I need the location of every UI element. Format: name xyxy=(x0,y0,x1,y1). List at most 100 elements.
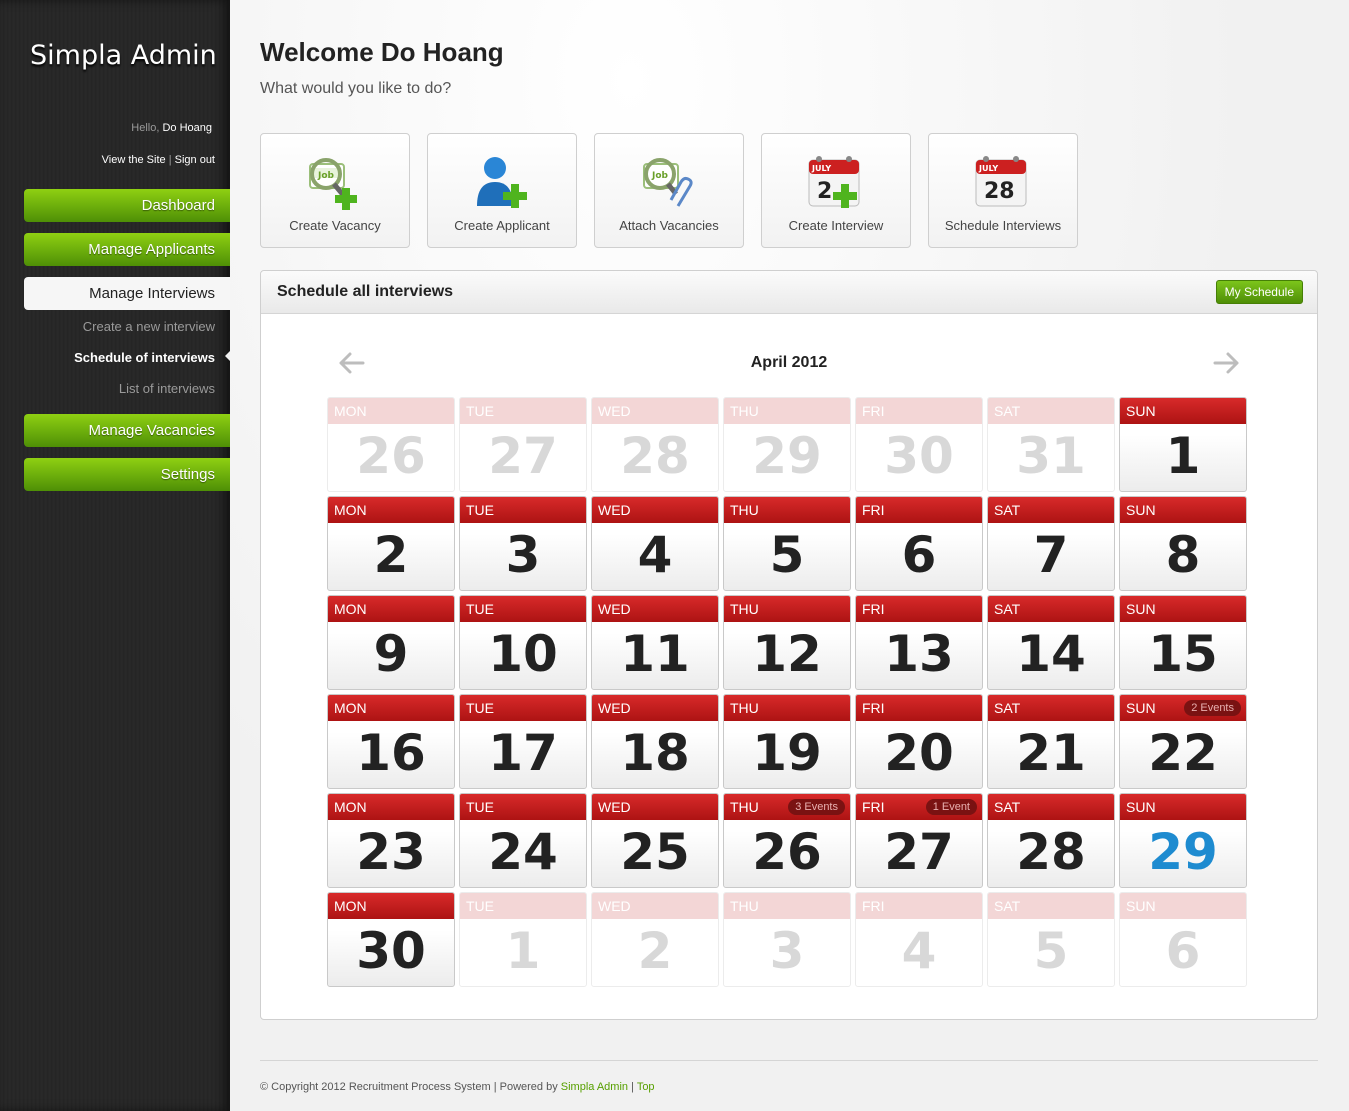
weekday-text: TUE xyxy=(466,502,494,518)
calendar-day-cell[interactable]: SUN 15 xyxy=(1119,595,1247,690)
calendar-day-cell[interactable]: TUE 24 xyxy=(459,793,587,888)
day-number: 22 xyxy=(1148,724,1218,782)
user-name[interactable]: Do Hoang xyxy=(162,122,212,134)
calendar-month: JULY xyxy=(978,164,998,173)
calendar-day-cell[interactable]: MON 9 xyxy=(327,595,455,690)
calendar-day-cell[interactable]: THU 5 xyxy=(723,496,851,591)
calendar-day-cell[interactable]: WED 11 xyxy=(591,595,719,690)
calendar-day-cell[interactable]: THU 29 xyxy=(723,397,851,492)
nav-settings[interactable]: Settings xyxy=(24,458,230,491)
sidebar: Simpla Admin Hello, Do Hoang View the Si… xyxy=(0,0,231,1111)
brand-logo[interactable]: Simpla Admin xyxy=(30,40,217,71)
main-content: Welcome Do Hoang What would you like to … xyxy=(230,0,1349,1111)
next-month-arrow-icon[interactable] xyxy=(1213,351,1241,375)
day-number: 25 xyxy=(620,823,690,881)
calendar-day-cell[interactable]: FRI 6 xyxy=(855,496,983,591)
calendar-day-cell[interactable]: TUE 1 xyxy=(459,892,587,987)
weekday-label: FRI xyxy=(856,398,982,424)
sign-out-link[interactable]: Sign out xyxy=(175,154,215,166)
my-schedule-button[interactable]: My Schedule xyxy=(1215,280,1303,304)
page-subtitle: What would you like to do? xyxy=(260,80,452,97)
shortcut-create-vacancy[interactable]: Job Create Vacancy xyxy=(260,133,410,248)
calendar-day-cell[interactable]: SUN 29 xyxy=(1119,793,1247,888)
calendar-day-cell[interactable]: TUE 3 xyxy=(459,496,587,591)
box-title: Schedule all interviews xyxy=(277,283,454,300)
shortcut-create-applicant[interactable]: Create Applicant xyxy=(427,133,577,248)
weekday-text: WED xyxy=(598,799,631,815)
calendar-day-cell[interactable]: MON 2 xyxy=(327,496,455,591)
calendar-day-cell[interactable]: SAT 5 xyxy=(987,892,1115,987)
calendar-day-cell[interactable]: MON 30 xyxy=(327,892,455,987)
calendar-day-cell[interactable]: FRI 1 Event 27 xyxy=(855,793,983,888)
calendar-day-cell[interactable]: THU 3 xyxy=(723,892,851,987)
calendar-day-cell[interactable]: TUE 27 xyxy=(459,397,587,492)
calendar-day-cell[interactable]: WED 25 xyxy=(591,793,719,888)
calendar-day-cell[interactable]: SAT 7 xyxy=(987,496,1115,591)
calendar-day-cell[interactable]: SAT 14 xyxy=(987,595,1115,690)
subnav-list-interviews[interactable]: List of interviews xyxy=(119,381,215,396)
weekday-label: SAT xyxy=(988,893,1114,919)
calendar-day-cell[interactable]: WED 2 xyxy=(591,892,719,987)
calendar-day-cell[interactable]: SAT 28 xyxy=(987,793,1115,888)
calendar-day-cell[interactable]: THU 3 Events 26 xyxy=(723,793,851,888)
page-title: Welcome Do Hoang xyxy=(260,37,504,67)
calendar-day-cell[interactable]: FRI 13 xyxy=(855,595,983,690)
footer-divider xyxy=(260,1060,1318,1061)
view-site-link[interactable]: View the Site xyxy=(102,154,166,166)
nav-manage-interviews[interactable]: Manage Interviews xyxy=(24,277,230,310)
day-number: 8 xyxy=(1165,526,1201,584)
weekday-label: WED xyxy=(592,497,718,523)
nav-manage-vacancies[interactable]: Manage Vacancies xyxy=(24,414,230,447)
calendar-day-cell[interactable]: SUN 2 Events 22 xyxy=(1119,694,1247,789)
shortcut-create-interview[interactable]: JULY 2 Create Interview xyxy=(761,133,911,248)
footer-powered-link[interactable]: Simpla Admin xyxy=(561,1081,628,1093)
shortcut-schedule-interviews[interactable]: JULY 28 Schedule Interviews xyxy=(928,133,1078,248)
calendar-day: 2 xyxy=(817,179,832,204)
calendar-day-cell[interactable]: FRI 30 xyxy=(855,397,983,492)
event-count-badge[interactable]: 3 Events xyxy=(788,799,845,815)
calendar-day-cell[interactable]: SUN 8 xyxy=(1119,496,1247,591)
calendar-day-cell[interactable]: THU 12 xyxy=(723,595,851,690)
calendar-day-cell[interactable]: MON 23 xyxy=(327,793,455,888)
calendar-day-cell[interactable]: TUE 10 xyxy=(459,595,587,690)
calendar-day-cell[interactable]: FRI 20 xyxy=(855,694,983,789)
calendar-day-cell[interactable]: WED 18 xyxy=(591,694,719,789)
nav-manage-applicants[interactable]: Manage Applicants xyxy=(24,233,230,266)
event-count-badge[interactable]: 2 Events xyxy=(1184,700,1241,716)
subnav-create-interview[interactable]: Create a new interview xyxy=(83,319,215,334)
day-number: 18 xyxy=(620,724,690,782)
calendar-day-cell[interactable]: THU 19 xyxy=(723,694,851,789)
day-number: 2 xyxy=(637,922,673,980)
weekday-label: FRI xyxy=(856,695,982,721)
calendar-day-cell[interactable]: SAT 31 xyxy=(987,397,1115,492)
calendar-day-cell[interactable]: SUN 1 xyxy=(1119,397,1247,492)
footer: © Copyright 2012 Recruitment Process Sys… xyxy=(260,1081,655,1093)
calendar-day-cell[interactable]: WED 4 xyxy=(591,496,719,591)
footer-top-link[interactable]: Top xyxy=(637,1081,655,1093)
calendar-day-cell[interactable]: SAT 21 xyxy=(987,694,1115,789)
weekday-label: SUN xyxy=(1120,596,1246,622)
weekday-text: SUN xyxy=(1126,898,1156,914)
event-count-badge[interactable]: 1 Event xyxy=(925,799,977,815)
calendar-day-cell[interactable]: TUE 17 xyxy=(459,694,587,789)
day-number: 29 xyxy=(1148,823,1218,881)
weekday-text: TUE xyxy=(466,403,494,419)
weekday-text: THU xyxy=(730,700,759,716)
job-search-add-icon: Job xyxy=(309,158,357,210)
calendar-day-cell[interactable]: WED 28 xyxy=(591,397,719,492)
weekday-text: THU xyxy=(730,898,759,914)
schedule-box: Schedule all interviews My Schedule Apri… xyxy=(260,270,1318,1020)
calendar-day-cell[interactable]: SUN 6 xyxy=(1119,892,1247,987)
weekday-text: SAT xyxy=(994,403,1021,419)
shortcut-label: Create Interview xyxy=(788,218,884,233)
link-separator: | xyxy=(165,154,175,166)
shortcut-attach-vacancies[interactable]: Job Attach Vacancies xyxy=(594,133,744,248)
calendar-day-cell[interactable]: MON 16 xyxy=(327,694,455,789)
weekday-text: TUE xyxy=(466,601,494,617)
weekday-text: TUE xyxy=(466,898,494,914)
subnav-schedule-interviews[interactable]: Schedule of interviews xyxy=(74,350,215,365)
calendar-day-cell[interactable]: MON 26 xyxy=(327,397,455,492)
nav-dashboard[interactable]: Dashboard xyxy=(24,189,230,222)
svg-text:Job: Job xyxy=(317,171,335,181)
calendar-day-cell[interactable]: FRI 4 xyxy=(855,892,983,987)
